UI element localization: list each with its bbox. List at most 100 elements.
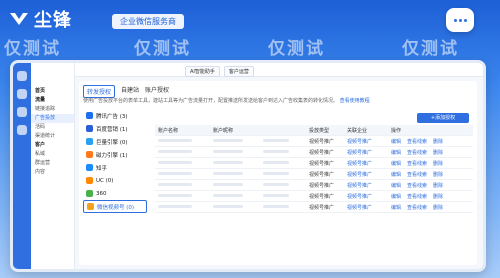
platform-icon xyxy=(86,138,93,145)
cell-company: 视频号推广 xyxy=(347,149,373,156)
cell-company: 视频号推广 xyxy=(347,193,373,200)
delete-link[interactable]: 删除 xyxy=(433,138,443,145)
app-icon[interactable] xyxy=(17,107,27,117)
cell-bar xyxy=(213,160,263,166)
description: 使用广告投放平台的表单工具，建站工具等为广告流量打开，配置推送所发送给客户到达入… xyxy=(83,97,370,104)
edit-link[interactable]: 编辑 xyxy=(391,160,401,167)
app-icon[interactable] xyxy=(17,89,27,99)
main-content: 转发授权 自建站 账户授权 使用广告投放平台的表单工具，建站工具等为广告流量打开… xyxy=(79,81,477,265)
table-row: 视频号推广 视频号推广 编辑 查看线索 删除 xyxy=(155,147,473,158)
delete-link[interactable]: 删除 xyxy=(433,182,443,189)
col-header: 账户昵称 xyxy=(213,127,234,134)
edit-link[interactable]: 编辑 xyxy=(391,149,401,156)
cell-company: 视频号推广 xyxy=(347,171,373,178)
nav-item[interactable]: 链接追踪 xyxy=(31,105,74,114)
nav-item-active[interactable]: 广告投放 xyxy=(31,114,74,123)
platform-item[interactable]: 百度营销 (1) xyxy=(83,122,147,135)
app-window: 首页 流量 链接追踪 广告投放 活码 渠道统计 客户 私域 群运营 内容 AI智… xyxy=(10,60,486,272)
view-leads-link[interactable]: 查看线索 xyxy=(407,204,427,211)
nav-item[interactable]: 群运营 xyxy=(31,159,74,168)
cell-bar xyxy=(213,193,263,199)
watermark: 仅测试 xyxy=(268,39,325,59)
edit-link[interactable]: 编辑 xyxy=(391,204,401,211)
view-leads-link[interactable]: 查看线索 xyxy=(407,182,427,189)
cell-bar xyxy=(213,138,263,144)
nav-item[interactable]: 内容 xyxy=(31,168,74,177)
edit-link[interactable]: 编辑 xyxy=(391,138,401,145)
platform-item[interactable]: 巨量引擎 (0) xyxy=(83,135,147,148)
chat-icon[interactable] xyxy=(446,8,474,32)
platform-name: UC (0) xyxy=(96,177,114,184)
edit-link[interactable]: 编辑 xyxy=(391,193,401,200)
platform-item[interactable]: 360 xyxy=(83,187,147,200)
table-row: 视频号推广 视频号推广 编辑 查看线索 删除 xyxy=(155,180,473,191)
top-tab[interactable]: AI智能助手 xyxy=(185,66,220,77)
col-header: 关联企业 xyxy=(347,127,368,134)
col-header: 投放类型 xyxy=(309,127,330,134)
col-header: 操作 xyxy=(391,127,402,134)
row-actions: 编辑 查看线索 删除 xyxy=(391,193,473,200)
cell-bar xyxy=(213,171,263,177)
cell-bar xyxy=(263,149,309,155)
app-icon[interactable] xyxy=(17,125,27,135)
platform-name: 磁力引擎 (1) xyxy=(96,152,128,159)
platform-icon xyxy=(86,177,93,184)
platform-icon xyxy=(86,164,93,171)
sidebar-nav: 首页 流量 链接追踪 广告投放 活码 渠道统计 客户 私域 群运营 内容 xyxy=(31,63,75,269)
delete-link[interactable]: 删除 xyxy=(433,149,443,156)
delete-link[interactable]: 删除 xyxy=(433,160,443,167)
edit-link[interactable]: 编辑 xyxy=(391,182,401,189)
platform-name: 腾讯广告 (3) xyxy=(96,113,128,120)
platform-item[interactable]: 知乎 xyxy=(83,161,147,174)
platform-icon xyxy=(86,112,93,119)
cell-bar xyxy=(155,138,213,144)
cell-type: 视频号推广 xyxy=(309,149,335,156)
cell-bar xyxy=(155,204,213,210)
view-leads-link[interactable]: 查看线索 xyxy=(407,160,427,167)
cell-bar xyxy=(263,138,309,144)
nav-item[interactable]: 流量 xyxy=(31,96,74,105)
row-actions: 编辑 查看线索 删除 xyxy=(391,160,473,167)
table-row: 视频号推广 视频号推广 编辑 查看线索 删除 xyxy=(155,136,473,147)
delete-link[interactable]: 删除 xyxy=(433,171,443,178)
platform-name: 巨量引擎 (0) xyxy=(96,139,128,146)
app-icon[interactable] xyxy=(17,71,27,81)
row-actions: 编辑 查看线索 删除 xyxy=(391,138,473,145)
nav-item[interactable]: 私域 xyxy=(31,150,74,159)
view-leads-link[interactable]: 查看线索 xyxy=(407,138,427,145)
platform-item[interactable]: UC (0) xyxy=(83,174,147,187)
nav-item[interactable]: 渠道统计 xyxy=(31,132,74,141)
platform-item-selected[interactable]: 微信视频号 (0) xyxy=(83,200,147,213)
platform-item[interactable]: 磁力引擎 (1) xyxy=(83,148,147,161)
platform-name: 百度营销 (1) xyxy=(96,126,128,133)
nav-item[interactable]: 客户 xyxy=(31,141,74,150)
cell-company: 视频号推广 xyxy=(347,204,373,211)
cell-company: 视频号推广 xyxy=(347,160,373,167)
cell-bar xyxy=(263,182,309,188)
nav-item[interactable]: 活码 xyxy=(31,123,74,132)
edit-link[interactable]: 编辑 xyxy=(391,171,401,178)
watermark: 仅测试 xyxy=(4,39,61,59)
cell-type: 视频号推广 xyxy=(309,182,335,189)
table-row: 视频号推广 视频号推广 编辑 查看线索 删除 xyxy=(155,169,473,180)
row-actions: 编辑 查看线索 删除 xyxy=(391,204,473,211)
platform-icon xyxy=(86,151,93,158)
cell-bar xyxy=(213,182,263,188)
help-link[interactable]: 查看使用教程 xyxy=(340,98,370,104)
view-leads-link[interactable]: 查看线索 xyxy=(407,149,427,156)
platform-item[interactable]: 腾讯广告 (3) xyxy=(83,109,147,122)
table-row: 视频号推广 视频号推广 编辑 查看线索 删除 xyxy=(155,158,473,169)
table-header: 账户名称 账户昵称 投放类型 关联企业 操作 xyxy=(155,125,473,136)
delete-link[interactable]: 删除 xyxy=(433,204,443,211)
cell-bar xyxy=(263,171,309,177)
cell-bar xyxy=(155,182,213,188)
view-leads-link[interactable]: 查看线索 xyxy=(407,193,427,200)
add-auth-button[interactable]: +添加授权 xyxy=(417,113,469,123)
logo-icon xyxy=(10,13,28,25)
cell-bar xyxy=(213,204,263,210)
nav-item[interactable]: 首页 xyxy=(31,87,74,96)
cell-bar xyxy=(155,193,213,199)
view-leads-link[interactable]: 查看线索 xyxy=(407,171,427,178)
top-tab[interactable]: 客户运营 xyxy=(223,66,254,77)
delete-link[interactable]: 删除 xyxy=(433,193,443,200)
